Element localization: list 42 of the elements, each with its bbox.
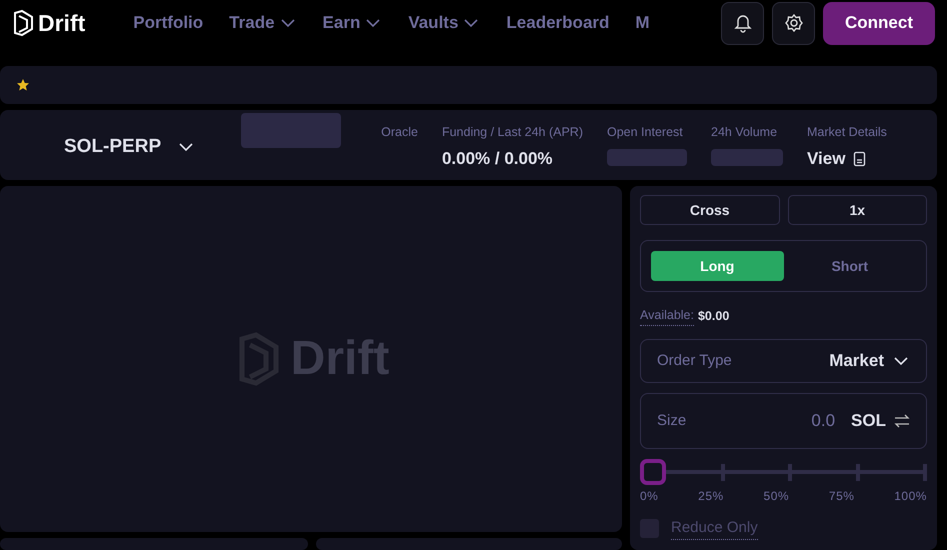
size-field[interactable]: Size 0.0 SOL xyxy=(640,392,927,449)
star-icon[interactable] xyxy=(16,78,30,92)
logo-text[interactable]: Drift xyxy=(38,6,86,40)
slider-tick-label: 25% xyxy=(698,488,724,505)
stat-value: 0.00% / 0.00% xyxy=(442,148,554,170)
nav-link[interactable]: Earn xyxy=(322,10,382,36)
reduce-only-checkbox[interactable] xyxy=(640,519,659,538)
slider-thumb[interactable] xyxy=(640,458,666,485)
settings-icon xyxy=(784,13,804,33)
nav-link[interactable]: Leaderboard xyxy=(506,10,610,36)
nav-link[interactable]: Portfolio xyxy=(133,10,204,36)
stat-label: Open Interest xyxy=(607,124,684,141)
nav-link[interactable]: Vaults xyxy=(408,10,480,36)
settings-button[interactable] xyxy=(772,2,815,44)
market-details-link[interactable]: View xyxy=(807,146,887,172)
swap-icon[interactable] xyxy=(894,412,910,429)
slider-track[interactable] xyxy=(640,458,927,485)
stat-label: Market Details xyxy=(807,124,887,141)
document-icon xyxy=(853,150,866,166)
leverage-button[interactable]: 1x xyxy=(788,195,927,225)
slider-tick-label: 0% xyxy=(640,488,658,505)
side-tab[interactable]: Long xyxy=(651,251,784,281)
reduce-only-label[interactable]: Reduce Only xyxy=(671,516,758,540)
slider-tick-label: 75% xyxy=(828,488,854,505)
order-type-select[interactable]: Order Type Market xyxy=(640,338,927,383)
stat-label: Oracle xyxy=(381,124,418,141)
margin-mode-button[interactable]: Cross xyxy=(640,195,780,225)
stat-label: Funding / Last 24h (APR) xyxy=(442,124,583,141)
loading-placeholder xyxy=(711,148,783,166)
available-value: $0.00 xyxy=(698,308,730,324)
bell-icon xyxy=(732,13,752,33)
side-tab[interactable]: Short xyxy=(784,251,916,281)
logo-icon[interactable] xyxy=(12,9,34,37)
nav-link[interactable]: M xyxy=(635,10,650,36)
slider-tick-label: 50% xyxy=(764,488,790,505)
connect-button[interactable]: Connect xyxy=(823,2,935,44)
notifications-button[interactable] xyxy=(721,2,764,44)
available-label: Available: xyxy=(640,306,694,326)
stat-label: 24h Volume xyxy=(711,124,778,141)
market-selector[interactable]: SOL-PERP xyxy=(58,132,202,162)
slider-tick-label: 100% xyxy=(894,488,927,505)
nav-link[interactable]: Trade xyxy=(229,10,297,36)
